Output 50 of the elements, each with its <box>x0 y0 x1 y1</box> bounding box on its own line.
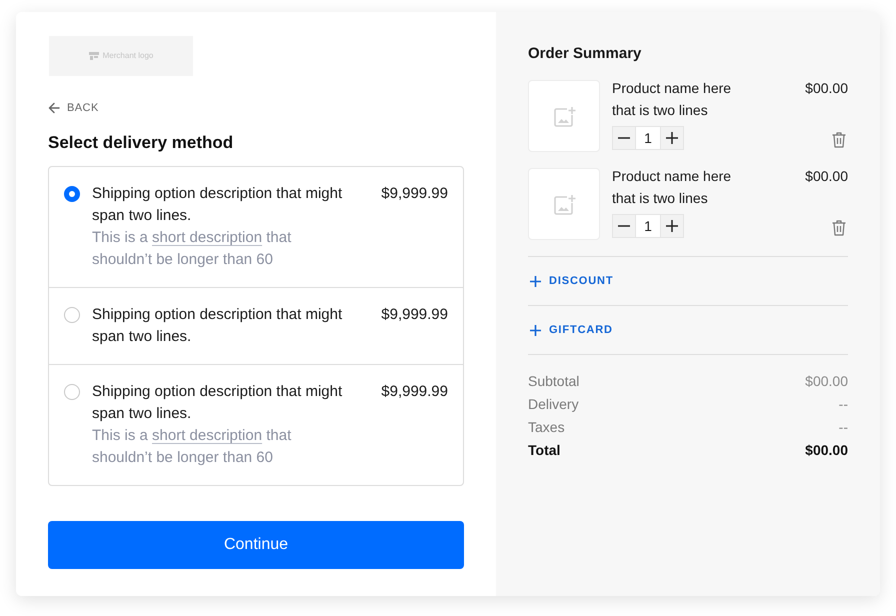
radio-button[interactable] <box>64 384 80 400</box>
quantity-field[interactable]: 1 <box>636 214 660 238</box>
arrow-left-icon <box>48 102 60 114</box>
option-price: $9,999.99 <box>381 184 448 204</box>
decrease-button[interactable] <box>612 126 636 150</box>
back-link[interactable]: BACK <box>48 100 99 116</box>
description-link[interactable]: short description <box>152 427 262 444</box>
option-title: Shipping option description that might span two lines. <box>92 382 344 424</box>
plus-icon <box>666 132 678 144</box>
total-value: $00.00 <box>805 372 848 391</box>
plus-icon <box>530 276 541 286</box>
product-price: $00.00 <box>805 167 848 186</box>
quantity-field[interactable]: 1 <box>636 126 660 150</box>
option-title: Shipping option description that might span two lines. <box>92 305 344 347</box>
total-label: Taxes <box>528 418 565 437</box>
trash-icon[interactable] <box>832 132 846 148</box>
product-name: Product name here that is two lines <box>612 167 732 208</box>
image-add-icon <box>552 194 576 214</box>
increase-button[interactable] <box>660 126 684 150</box>
decrease-button[interactable] <box>612 214 636 238</box>
option-price: $9,999.99 <box>381 382 448 402</box>
option-price: $9,999.99 <box>381 305 448 325</box>
total-value: -- <box>838 418 848 437</box>
radio-button[interactable] <box>64 186 80 202</box>
total-label: Total <box>528 441 560 460</box>
option-title: Shipping option description that might span two lines. <box>92 184 344 226</box>
image-add-icon <box>552 106 576 126</box>
plus-icon <box>530 324 541 336</box>
store-icon <box>88 52 99 60</box>
shipping-option[interactable]: Shipping option description that might span two lines. This is a short description that shouldn’t be longer than 60 $9,999.99 <box>49 364 463 485</box>
radio-button[interactable] <box>64 307 80 323</box>
shipping-option[interactable]: Shipping option description that might span two lines. This is a short description that shouldn’t be longer than 60 $9,999.99 <box>49 167 463 287</box>
total-value: -- <box>838 395 848 414</box>
product-name: Product name here that is two lines <box>612 79 732 120</box>
continue-button[interactable]: Continue <box>48 521 464 569</box>
option-description: This is a short description that shouldn’t be longer than 60 <box>92 426 292 468</box>
product-price: $00.00 <box>805 79 848 98</box>
increase-button[interactable] <box>660 214 684 238</box>
description-link[interactable]: short description <box>152 229 262 246</box>
total-label: Subtotal <box>528 372 580 391</box>
add-code-button[interactable]: DISCOUNT <box>530 272 614 290</box>
add-code-button[interactable]: GIFTCARD <box>530 322 613 338</box>
total-value: $00.00 <box>805 441 848 460</box>
summary-title: Order Summary <box>528 44 642 64</box>
section-heading: Select delivery method <box>48 132 234 154</box>
shipping-option[interactable]: Shipping option description that might span two lines. $9,999.99 <box>49 287 463 364</box>
total-label: Delivery <box>528 395 579 414</box>
option-description: This is a short description that shouldn’t be longer than 60 <box>92 228 292 270</box>
trash-icon[interactable] <box>832 220 846 236</box>
plus-icon <box>666 220 678 232</box>
